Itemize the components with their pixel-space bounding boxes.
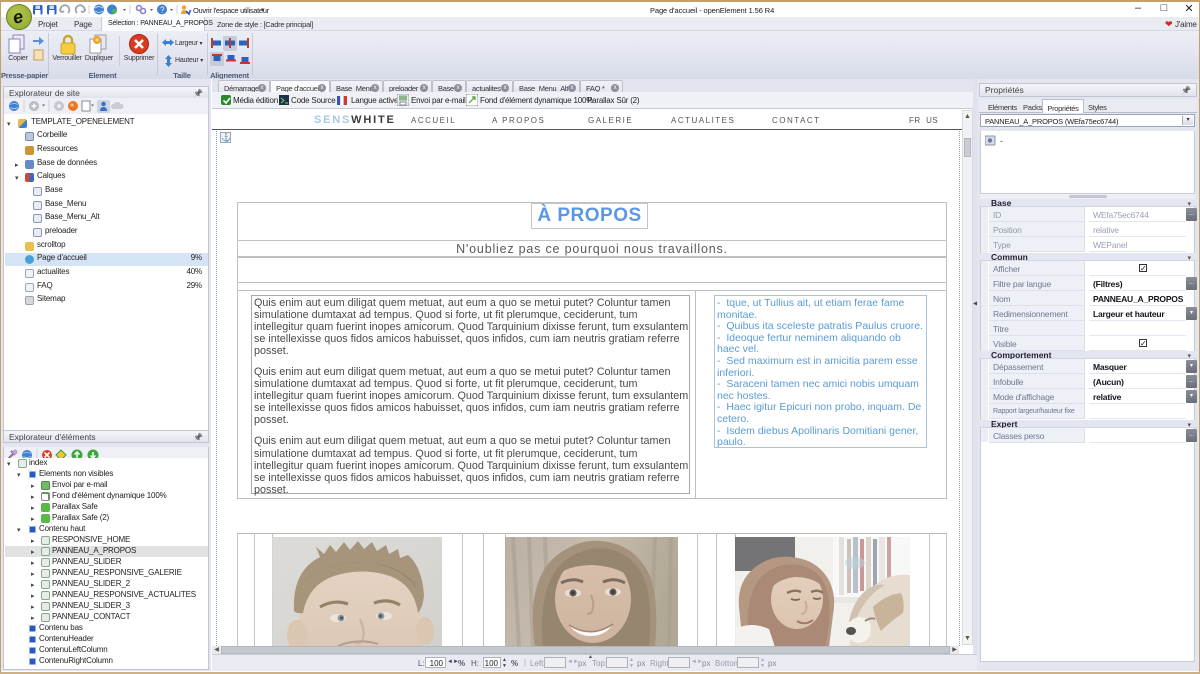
svg-text:?: ? <box>160 6 165 15</box>
svg-text:-: - <box>1000 136 1003 146</box>
